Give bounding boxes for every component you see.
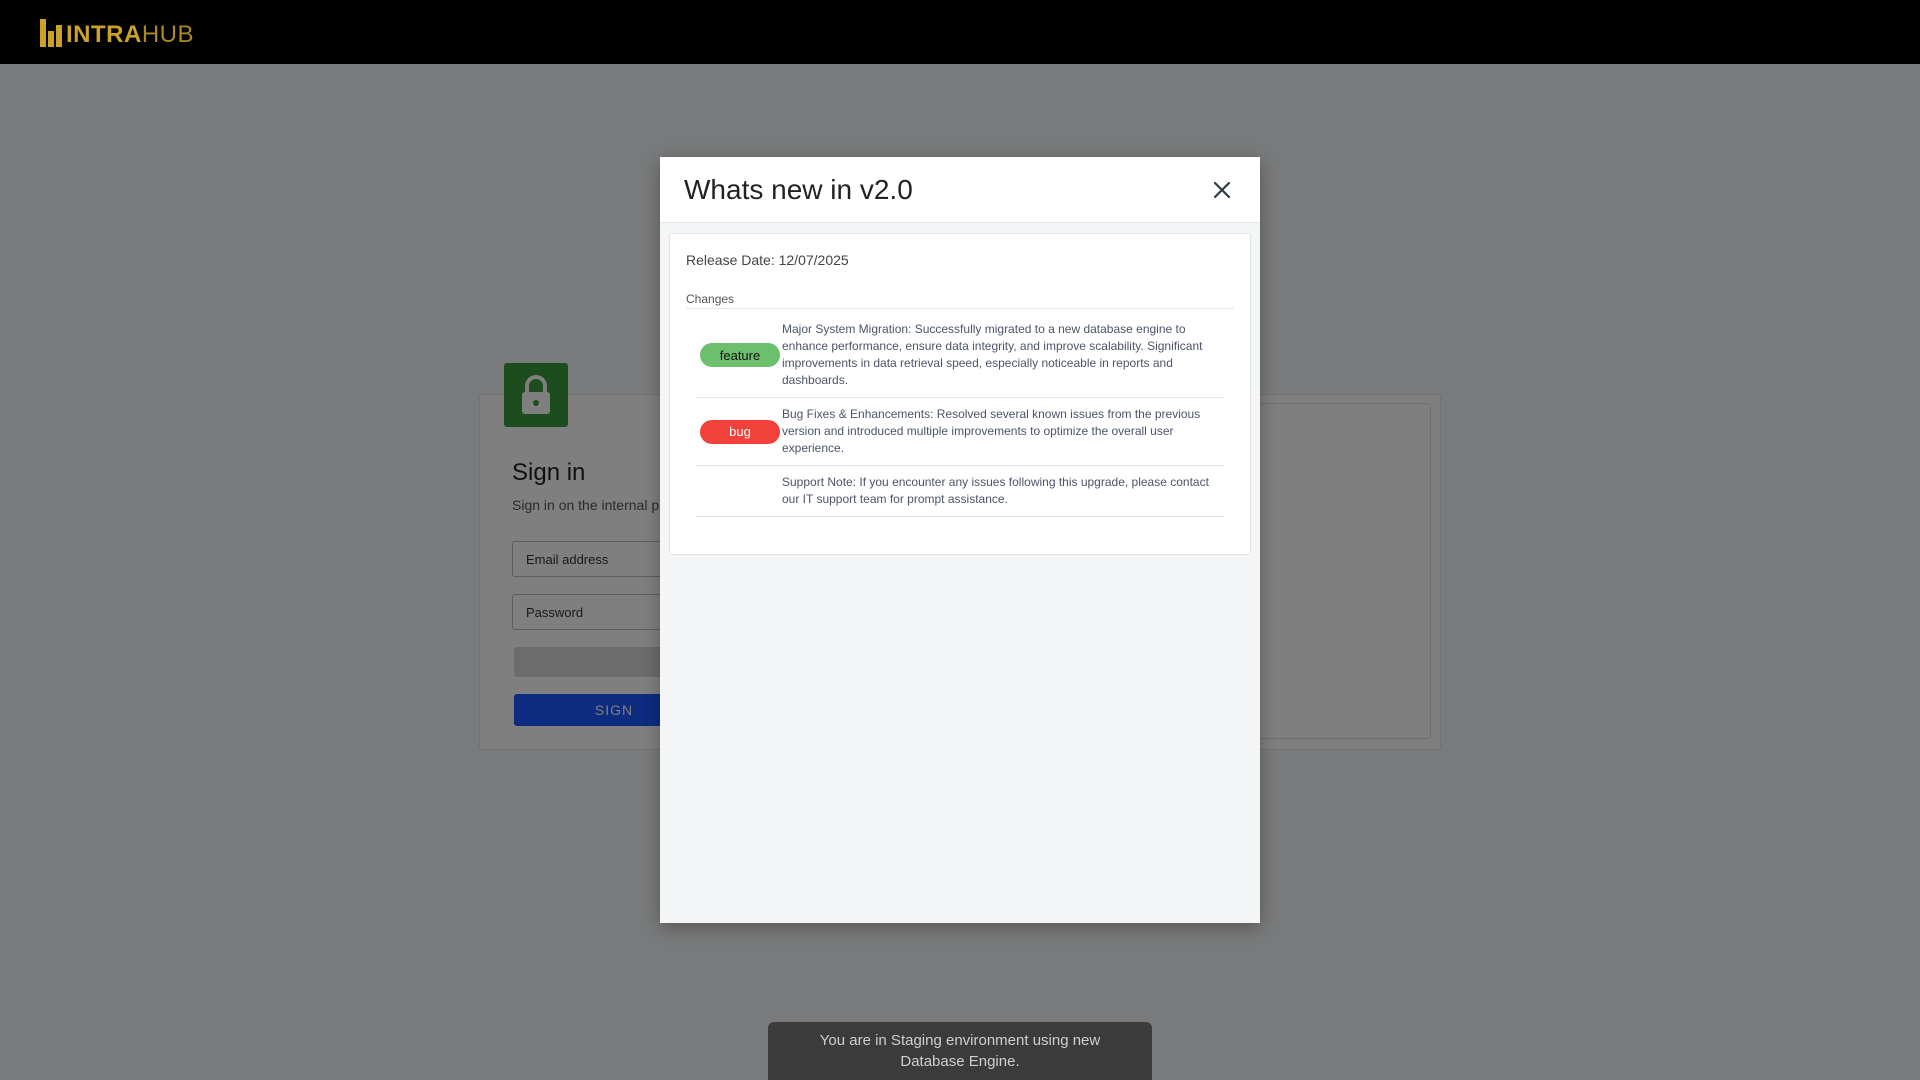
- app-logo[interactable]: INTRA HUB: [40, 17, 194, 47]
- change-row-feature: feature Major System Migration: Successf…: [696, 313, 1224, 398]
- change-description: Bug Fixes & Enhancements: Resolved sever…: [782, 407, 1201, 455]
- change-row-note: Support Note: If you encounter any issue…: [696, 466, 1224, 517]
- feature-badge: feature: [700, 343, 780, 367]
- dialog-header: Whats new in v2.0: [660, 157, 1260, 223]
- change-description: Support Note: If you encounter any issue…: [782, 475, 1209, 506]
- top-bar: INTRA HUB: [0, 0, 1920, 64]
- close-icon: [1213, 181, 1231, 198]
- change-description: Major System Migration: Successfully mig…: [782, 322, 1203, 387]
- close-button[interactable]: [1208, 176, 1236, 204]
- logo-bars-icon: [40, 19, 62, 47]
- change-row-bug: bug Bug Fixes & Enhancements: Resolved s…: [696, 398, 1224, 466]
- whats-new-dialog: Whats new in v2.0 Release Date: 12/07/20…: [660, 157, 1260, 923]
- dialog-title: Whats new in v2.0: [684, 173, 913, 205]
- logo-text-intra: INTRA: [66, 21, 142, 48]
- release-date: Release Date: 12/07/2025: [686, 252, 849, 268]
- logo-text-hub: HUB: [141, 21, 194, 48]
- environment-toast: You are in Staging environment using new…: [768, 1022, 1152, 1080]
- changes-list: feature Major System Migration: Successf…: [686, 309, 1234, 517]
- changes-heading: Changes: [686, 292, 1234, 309]
- bug-badge: bug: [700, 419, 780, 444]
- release-notes-card: Release Date: 12/07/2025 Changes feature…: [669, 233, 1251, 555]
